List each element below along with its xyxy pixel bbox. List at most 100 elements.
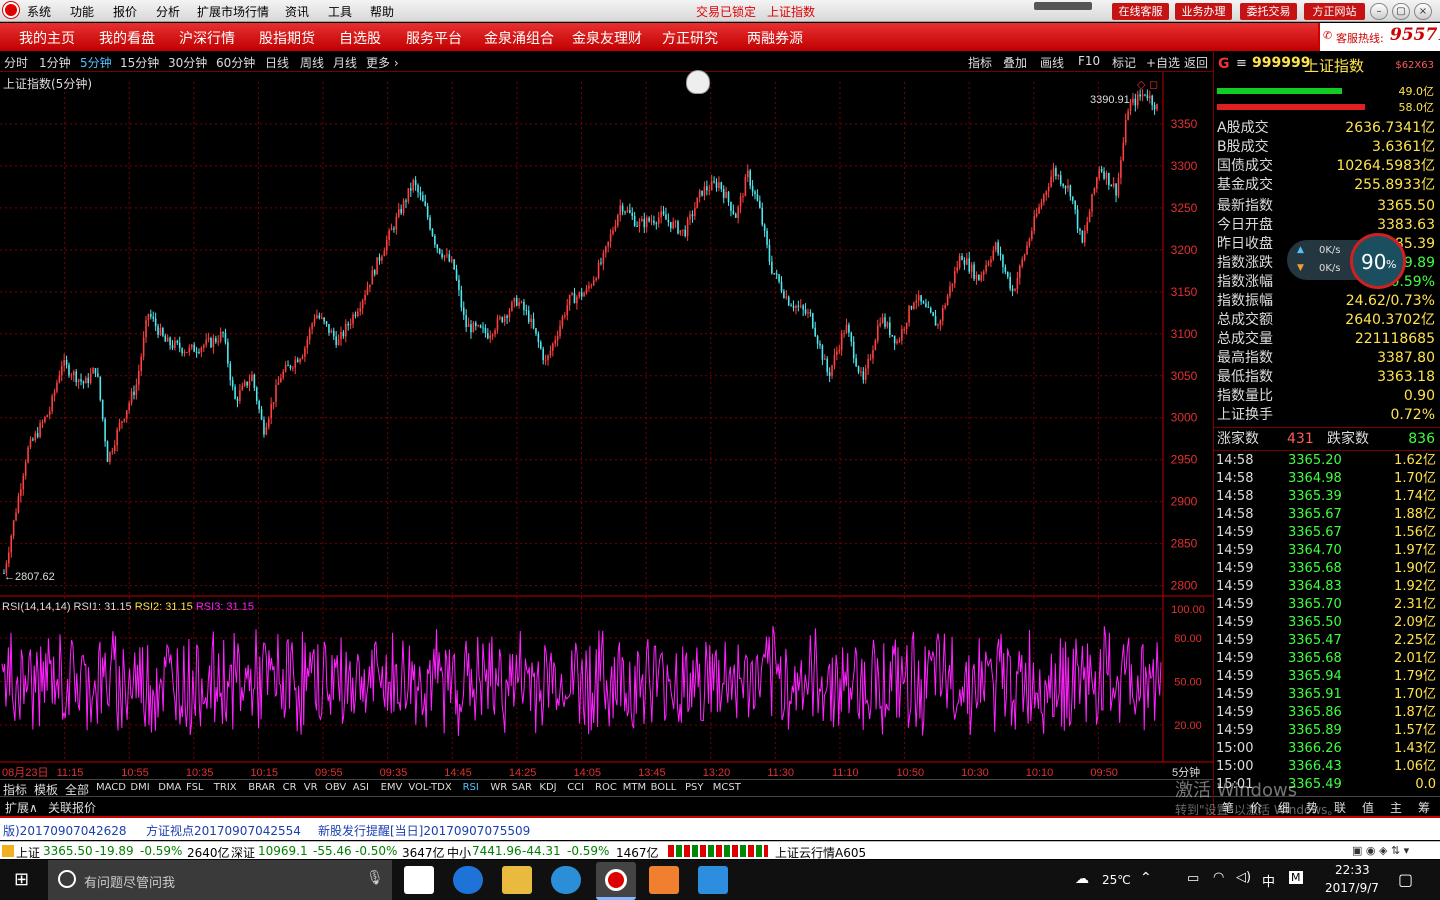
period-daily[interactable]: 日线 [265,54,289,71]
menu-analysis[interactable]: 分析 [156,3,180,20]
entrust-trade-button[interactable]: 委托交易 [1240,3,1297,20]
news-item[interactable]: 新股发行提醒[当日]20170907075509 [318,822,530,839]
news-item[interactable]: 方证视点20170907042554 [146,822,301,839]
store-app-icon[interactable] [404,866,434,894]
ime-mode-icon[interactable]: M [1289,871,1303,884]
weather-temp[interactable]: 25℃ [1102,873,1131,887]
nav-watchlist[interactable]: 自选股 [339,28,381,48]
indicator-tab-dmi[interactable]: DMI [130,782,149,793]
period-timeshare[interactable]: 分时 [4,54,28,71]
ie-browser-icon[interactable] [551,866,581,894]
taskbar-search-box[interactable]: 有问题尽管问我 🎙 [48,860,392,900]
indicator-tab-vol-tdx[interactable]: VOL-TDX [408,782,451,793]
menu-function[interactable]: 功能 [70,3,94,20]
extend-toggle[interactable]: 扩展∧ [5,799,38,816]
menu-lines-icon[interactable]: ≡ [1236,56,1247,71]
nav-portfolio[interactable]: 金泉涌组合 [484,28,554,48]
menu-info[interactable]: 资讯 [285,3,309,20]
indicator-tab-mtm[interactable]: MTM [623,782,646,793]
indicator-tab-dma[interactable]: DMA [158,782,181,793]
windows-start-icon[interactable]: ⊞ [14,869,29,890]
indicator-tab-vr[interactable]: VR [304,782,318,793]
indicator-tab-psy[interactable]: PSY [685,782,704,793]
market-g-icon[interactable]: G [1218,56,1230,72]
battery-icon[interactable]: ▭ [1187,871,1199,886]
business-button[interactable]: 业务办理 [1175,3,1232,20]
period-monthly[interactable]: 月线 [333,54,357,71]
nav-my-board[interactable]: 我的看盘 [99,28,155,48]
news-item[interactable]: 版)20170907042628 [3,822,127,839]
nav-research[interactable]: 方正研究 [662,28,718,48]
indicator-tab-obv[interactable]: OBV [325,782,346,793]
wifi-icon[interactable]: ◠ [1213,870,1224,885]
indicator-tab-macd[interactable]: MACD [96,782,126,793]
clock-time[interactable]: 22:33 [1335,863,1370,877]
panel-tab[interactable]: 主 [1390,799,1402,816]
indicator-tab-cci[interactable]: CCI [567,782,584,793]
memory-gauge[interactable]: 90 % [1350,233,1406,289]
tool-add-watch[interactable]: +自选 [1146,54,1180,71]
period-weekly[interactable]: 周线 [300,54,324,71]
period-30min[interactable]: 30分钟 [168,54,207,71]
panel-tab[interactable]: 筹 [1418,799,1430,816]
stock-app-taskbar-icon[interactable] [596,862,636,900]
close-icon[interactable]: × [1414,3,1432,20]
tool-mark[interactable]: 标记 [1112,54,1136,71]
menu-quote[interactable]: 报价 [113,3,137,20]
online-service-button[interactable]: 在线客服 [1112,3,1169,20]
menu-ext-market[interactable]: 扩展市场行情 [197,3,269,20]
quote-row-label: 昨日收盘 [1217,236,1273,252]
microphone-icon[interactable]: 🎙 [366,870,384,886]
indicator-tab-emv[interactable]: EMV [381,782,403,793]
nav-finance[interactable]: 金泉友理财 [572,28,642,48]
panel-tab[interactable]: 值 [1362,799,1374,816]
nav-market[interactable]: 沪深行情 [179,28,235,48]
menu-system[interactable]: 系统 [27,3,51,20]
indicator-tab-trix[interactable]: TRIX [214,782,237,793]
minimize-icon[interactable]: – [1370,3,1388,20]
period-1min[interactable]: 1分钟 [39,54,71,71]
indicator-tab-sar[interactable]: SAR [512,782,532,793]
nav-margin[interactable]: 两融券源 [747,28,803,48]
nav-service[interactable]: 服务平台 [406,28,462,48]
trade-lock-status[interactable]: 交易已锁定 [696,3,756,20]
related-quote-tab[interactable]: 关联报价 [48,799,96,816]
wps-writer-icon[interactable] [698,866,728,894]
cloud-quote-label[interactable]: 上证云行情A605 [775,844,866,861]
nav-futures[interactable]: 股指期货 [259,28,315,48]
tool-draw[interactable]: 画线 [1040,54,1064,71]
slides-app-icon[interactable] [649,866,679,894]
clock-date[interactable]: 2017/9/7 [1325,881,1379,895]
tool-back[interactable]: 返回 [1184,54,1208,71]
tool-f10[interactable]: F10 [1078,54,1100,68]
indicator-tab-rsi[interactable]: RSI [463,782,479,793]
restore-icon[interactable]: ▢ [1392,3,1410,20]
indicator-tab-fsl[interactable]: FSL [186,782,204,793]
status-tray-icons[interactable]: ▣ ◉ ◈ ⇅ ▾ [1352,844,1409,857]
indicator-tab-kdj[interactable]: KDJ [539,782,556,793]
period-5min[interactable]: 5分钟 [80,54,112,71]
indicator-tab-brar[interactable]: BRAR [248,782,275,793]
file-explorer-icon[interactable] [502,866,532,894]
tray-expand-icon[interactable]: ⌃ [1140,870,1152,886]
period-60min[interactable]: 60分钟 [216,54,255,71]
ime-indicator[interactable]: 中 [1262,871,1275,890]
indicator-tab-mcst[interactable]: MCST [713,782,741,793]
indicator-tab-asi[interactable]: ASI [353,782,369,793]
tool-overlay[interactable]: 叠加 [1003,54,1027,71]
kline-chart[interactable]: 3350 3300 3250 3200 3150 3100 3050 3000 2950 2900… [0,72,1213,779]
indicator-tab-cr[interactable]: CR [283,782,297,793]
volume-icon[interactable]: ◁) [1236,870,1251,885]
menu-help[interactable]: 帮助 [370,3,394,20]
indicator-tab-boll[interactable]: BOLL [651,782,677,793]
menu-tools[interactable]: 工具 [328,3,352,20]
tool-indicator[interactable]: 指标 [968,54,992,71]
indicator-tab-roc[interactable]: ROC [595,782,617,793]
indicator-tab-wr[interactable]: WR [490,782,507,793]
edge-browser-icon[interactable] [453,866,483,894]
period-15min[interactable]: 15分钟 [120,54,159,71]
nav-home[interactable]: 我的主页 [19,28,75,48]
notification-icon[interactable]: ▢ [1398,870,1413,889]
website-button[interactable]: 方正网站 [1304,3,1365,20]
period-more[interactable]: 更多 › [366,54,399,71]
